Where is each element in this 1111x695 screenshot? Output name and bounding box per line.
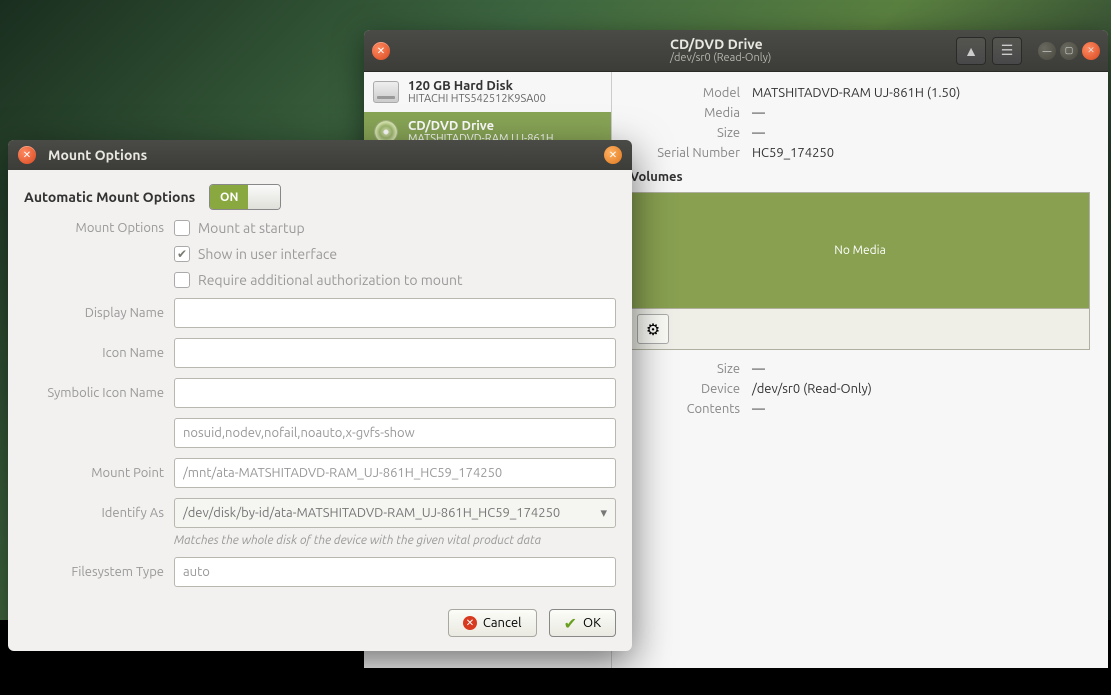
sidebar-item-label: CD/DVD Drive: [408, 119, 554, 133]
checkbox-show-in-ui[interactable]: [174, 246, 190, 262]
identify-as-combobox[interactable]: /dev/disk/by-id/ata-MATSHITADVD-RAM_UJ-8…: [174, 498, 616, 528]
value-serial: HC59_174250: [752, 146, 834, 160]
checkbox-mount-at-startup[interactable]: [174, 220, 190, 236]
identify-as-help: Matches the whole disk of the device wit…: [174, 534, 616, 547]
maximize-icon[interactable]: ▢: [1060, 42, 1078, 60]
value-vol-size: —: [752, 362, 765, 376]
sidebar-item-label: 120 GB Hard Disk: [408, 79, 546, 93]
close-icon[interactable]: ✕: [1082, 42, 1100, 60]
automatic-mount-switch[interactable]: ON: [209, 184, 281, 210]
label-model: Model: [630, 86, 740, 100]
button-label: OK: [583, 616, 601, 630]
label-symbolic-icon-name: Symbolic Icon Name: [24, 386, 164, 400]
volume-toolbar: ⚙: [630, 308, 1090, 350]
dialog-title: Mount Options: [48, 147, 147, 163]
minimize-icon[interactable]: —: [1038, 42, 1056, 60]
sidebar-item-harddisk[interactable]: 120 GB Hard Disk HITACHI HTS542512K9SA00: [364, 72, 611, 112]
checkbox-label: Mount at startup: [198, 220, 305, 236]
titlebar: ✕ CD/DVD Drive /dev/sr0 (Read-Only) ▲ ☰ …: [364, 30, 1108, 72]
label-serial: Serial Number: [630, 146, 740, 160]
hamburger-icon: ☰: [1001, 42, 1014, 59]
volume-box[interactable]: No Media: [630, 192, 1090, 308]
filesystem-type-input[interactable]: [174, 557, 616, 587]
no-media-label: No Media: [834, 244, 886, 257]
gears-icon: ⚙: [646, 320, 660, 339]
mount-point-input[interactable]: [174, 458, 616, 488]
label-identify-as: Identify As: [24, 506, 164, 520]
window-subtitle: /dev/sr0 (Read-Only): [670, 52, 771, 65]
cancel-icon: ✕: [463, 616, 477, 630]
checkbox-label: Require additional authorization to moun…: [198, 272, 463, 288]
sidebar-item-sub: HITACHI HTS542512K9SA00: [408, 93, 546, 105]
value-model: MATSHITADVD-RAM UJ-861H (1.50): [752, 86, 960, 100]
label-vol-size: Size: [630, 362, 740, 376]
close-icon[interactable]: ✕: [372, 42, 390, 60]
value-device: /dev/sr0 (Read-Only): [752, 382, 872, 396]
chevron-down-icon: ▾: [600, 506, 607, 521]
label-mount-point: Mount Point: [24, 466, 164, 480]
harddisk-icon: [373, 81, 399, 103]
detail-pane: Model MATSHITADVD-RAM UJ-861H (1.50) Medi…: [612, 72, 1108, 668]
display-name-input[interactable]: [174, 298, 616, 328]
checkbox-label: Show in user interface: [198, 246, 337, 262]
dialog-titlebar: ✕ Mount Options ✕: [8, 140, 632, 170]
volumes-header: Volumes: [630, 170, 1090, 184]
button-label: Cancel: [483, 616, 522, 630]
value-contents: —: [752, 402, 765, 416]
eject-icon: ▲: [964, 43, 978, 59]
volume-options-button[interactable]: ⚙: [637, 314, 669, 344]
mount-options-dialog: ✕ Mount Options ✕ Automatic Mount Option…: [8, 140, 632, 651]
label-display-name: Display Name: [24, 306, 164, 320]
ok-button[interactable]: ✔ OK: [549, 609, 616, 637]
label-icon-name: Icon Name: [24, 346, 164, 360]
icon-name-input[interactable]: [174, 338, 616, 368]
label-filesystem-type: Filesystem Type: [24, 565, 164, 579]
label-mount-options: Mount Options: [24, 221, 164, 235]
automatic-mount-label: Automatic Mount Options: [24, 189, 195, 205]
check-icon: ✔: [564, 614, 577, 633]
cancel-button[interactable]: ✕ Cancel: [448, 609, 537, 637]
menu-button[interactable]: ☰: [992, 37, 1022, 65]
close-icon[interactable]: ✕: [18, 146, 36, 164]
eject-button[interactable]: ▲: [956, 37, 986, 65]
symbolic-icon-name-input[interactable]: [174, 378, 616, 408]
label-size: Size: [630, 126, 740, 140]
label-device: Device: [630, 382, 740, 396]
label-media: Media: [630, 106, 740, 120]
window-title: CD/DVD Drive: [670, 36, 771, 52]
mount-options-line-input[interactable]: [174, 418, 616, 448]
switch-on-label: ON: [210, 185, 248, 209]
label-contents: Contents: [630, 402, 740, 416]
combobox-value: /dev/disk/by-id/ata-MATSHITADVD-RAM_UJ-8…: [183, 506, 560, 520]
value-size: —: [752, 126, 765, 140]
checkbox-require-auth[interactable]: [174, 272, 190, 288]
close-icon[interactable]: ✕: [604, 146, 622, 164]
switch-knob: [248, 185, 280, 209]
value-media: —: [752, 106, 765, 120]
